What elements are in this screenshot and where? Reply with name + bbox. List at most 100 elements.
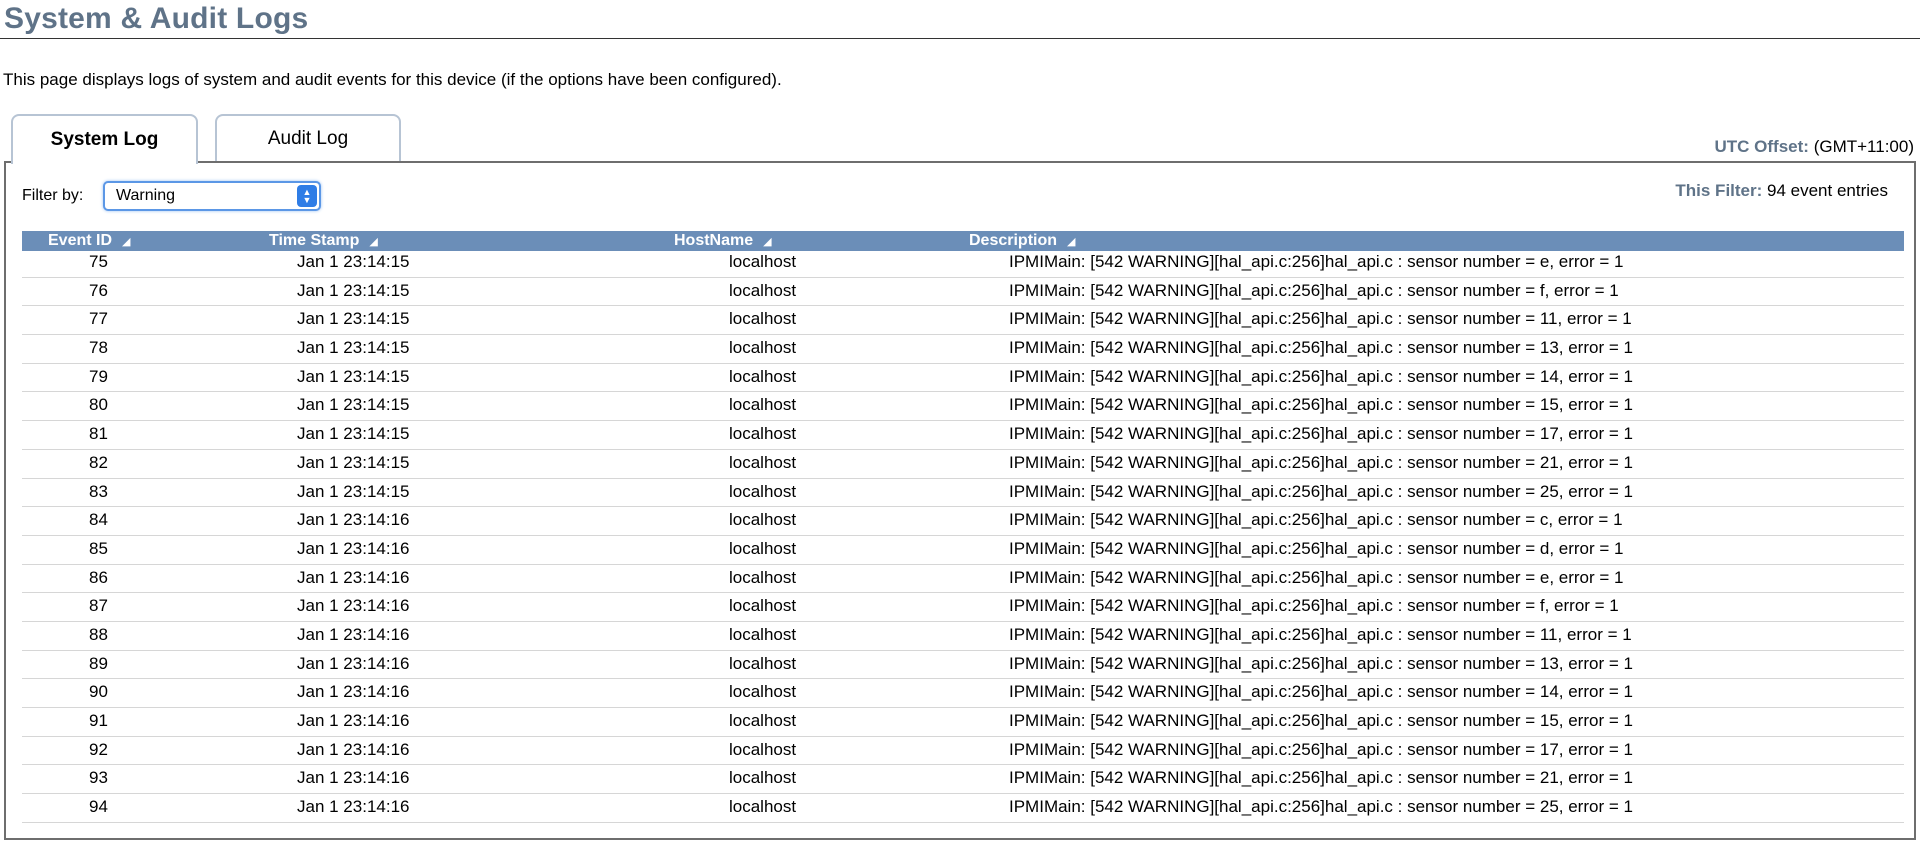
column-header-hostname-label: HostName <box>674 232 754 249</box>
sort-indicator-icon[interactable]: ◢ <box>1067 235 1075 248</box>
column-header-event-id-label: Event ID <box>48 232 113 249</box>
select-updown-icon[interactable]: ▲ ▼ <box>297 185 317 207</box>
cell-description: IPMIMain: [542 WARNING][hal_api.c:256]ha… <box>1009 424 1633 444</box>
cell-event-id: 88 <box>89 624 108 644</box>
cell-hostname: localhost <box>729 739 797 759</box>
cell-event-id: 87 <box>89 596 108 616</box>
cell-timestamp: Jan 1 23:14:16 <box>297 567 410 587</box>
filter-select[interactable]: Warning ▲ ▼ <box>103 181 321 211</box>
table-row[interactable]: 81 Jan 1 23:14:15 localhost IPMIMain: [542 … <box>22 421 1904 450</box>
cell-description: IPMIMain: [542 WARNING][hal_api.c:256]ha… <box>1009 338 1633 358</box>
page-description: This page displays logs of system and au… <box>3 70 782 89</box>
sort-indicator-icon[interactable]: ◢ <box>763 235 771 248</box>
utc-offset-label: UTC Offset: <box>1714 137 1809 156</box>
cell-timestamp: Jan 1 23:14:16 <box>297 510 410 530</box>
cell-event-id: 79 <box>89 366 108 386</box>
column-header-event-id[interactable]: Event ID ◢ <box>48 232 130 250</box>
cell-description: IPMIMain: [542 WARNING][hal_api.c:256]ha… <box>1009 252 1624 271</box>
table-row[interactable]: 82 Jan 1 23:14:15 localhost IPMIMain: [542 … <box>22 450 1904 479</box>
cell-timestamp: Jan 1 23:14:15 <box>297 366 410 386</box>
cell-hostname: localhost <box>729 538 797 558</box>
tab-audit-log[interactable]: Audit Log <box>215 114 401 162</box>
cell-timestamp: Jan 1 23:14:16 <box>297 739 410 759</box>
utc-offset: UTC Offset: (GMT+11:00) <box>1715 137 1914 157</box>
column-header-timestamp[interactable]: Time Stamp ◢ <box>269 232 378 250</box>
cell-hostname: localhost <box>729 653 797 673</box>
cell-description: IPMIMain: [542 WARNING][hal_api.c:256]ha… <box>1009 452 1633 472</box>
cell-event-id: 94 <box>89 797 108 817</box>
filter-count-value: 94 event entries <box>1762 181 1888 200</box>
table-row[interactable]: 83 Jan 1 23:14:15 localhost IPMIMain: [542 … <box>22 479 1904 508</box>
cell-timestamp: Jan 1 23:14:16 <box>297 624 410 644</box>
table-row[interactable]: 90 Jan 1 23:14:16 localhost IPMIMain: [542 … <box>22 679 1904 708</box>
page-title: System & Audit Logs <box>4 2 309 35</box>
cell-event-id: 82 <box>89 452 108 472</box>
table-row[interactable]: 94 Jan 1 23:14:16 localhost IPMIMain: [542 … <box>22 794 1904 823</box>
cell-hostname: localhost <box>729 366 797 386</box>
table-row[interactable]: 91 Jan 1 23:14:16 localhost IPMIMain: [542 … <box>22 708 1904 737</box>
cell-event-id: 77 <box>89 309 108 329</box>
cell-event-id: 89 <box>89 653 108 673</box>
cell-hostname: localhost <box>729 452 797 472</box>
cell-hostname: localhost <box>729 481 797 501</box>
cell-timestamp: Jan 1 23:14:15 <box>297 338 410 358</box>
table-row[interactable]: 88 Jan 1 23:14:16 localhost IPMIMain: [542 … <box>22 622 1904 651</box>
cell-event-id: 83 <box>89 481 108 501</box>
table-row[interactable]: 78 Jan 1 23:14:15 localhost IPMIMain: [542 … <box>22 335 1904 364</box>
cell-event-id: 75 <box>89 252 108 271</box>
filter-label: Filter by: <box>22 187 84 204</box>
cell-description: IPMIMain: [542 WARNING][hal_api.c:256]ha… <box>1009 768 1633 788</box>
cell-hostname: localhost <box>729 338 797 358</box>
cell-description: IPMIMain: [542 WARNING][hal_api.c:256]ha… <box>1009 596 1619 616</box>
log-table-body: 75 Jan 1 23:14:15 localhost IPMIMain: [542 … <box>22 249 1904 823</box>
sort-indicator-icon[interactable]: ◢ <box>369 235 377 248</box>
cell-event-id: 78 <box>89 338 108 358</box>
cell-timestamp: Jan 1 23:14:15 <box>297 452 410 472</box>
table-row[interactable]: 84 Jan 1 23:14:16 localhost IPMIMain: [542 … <box>22 507 1904 536</box>
cell-event-id: 93 <box>89 768 108 788</box>
table-row[interactable]: 85 Jan 1 23:14:16 localhost IPMIMain: [542 … <box>22 536 1904 565</box>
cell-timestamp: Jan 1 23:14:15 <box>297 424 410 444</box>
cell-timestamp: Jan 1 23:14:15 <box>297 280 410 300</box>
cell-timestamp: Jan 1 23:14:16 <box>297 653 410 673</box>
table-row[interactable]: 86 Jan 1 23:14:16 localhost IPMIMain: [542 … <box>22 565 1904 594</box>
filter-selected-value: Warning <box>116 187 175 204</box>
cell-timestamp: Jan 1 23:14:16 <box>297 596 410 616</box>
table-row[interactable]: 93 Jan 1 23:14:16 localhost IPMIMain: [542 … <box>22 765 1904 795</box>
cell-event-id: 91 <box>89 711 108 730</box>
cell-hostname: localhost <box>729 252 797 271</box>
cell-description: IPMIMain: [542 WARNING][hal_api.c:256]ha… <box>1009 711 1633 730</box>
cell-hostname: localhost <box>729 768 797 788</box>
cell-hostname: localhost <box>729 395 797 415</box>
table-row[interactable]: 80 Jan 1 23:14:15 localhost IPMIMain: [542 … <box>22 392 1904 422</box>
table-row[interactable]: 79 Jan 1 23:14:15 localhost IPMIMain: [542 … <box>22 364 1904 393</box>
cell-description: IPMIMain: [542 WARNING][hal_api.c:256]ha… <box>1009 682 1633 702</box>
cell-description: IPMIMain: [542 WARNING][hal_api.c:256]ha… <box>1009 739 1633 759</box>
cell-hostname: localhost <box>729 309 797 329</box>
cell-description: IPMIMain: [542 WARNING][hal_api.c:256]ha… <box>1009 538 1624 558</box>
cell-description: IPMIMain: [542 WARNING][hal_api.c:256]ha… <box>1009 797 1633 817</box>
table-row[interactable]: 89 Jan 1 23:14:16 localhost IPMIMain: [542 … <box>22 651 1904 680</box>
column-header-description[interactable]: Description ◢ <box>969 232 1075 250</box>
table-row[interactable]: 75 Jan 1 23:14:15 localhost IPMIMain: [542 … <box>22 249 1904 278</box>
column-header-timestamp-label: Time Stamp <box>269 232 360 249</box>
tab-system-log[interactable]: System Log <box>11 114 198 164</box>
cell-event-id: 81 <box>89 424 108 444</box>
cell-timestamp: Jan 1 23:14:15 <box>297 395 410 415</box>
cell-hostname: localhost <box>729 424 797 444</box>
table-row[interactable]: 76 Jan 1 23:14:15 localhost IPMIMain: [542 … <box>22 278 1904 307</box>
filter-count-label: This Filter: <box>1675 181 1763 200</box>
filter-count: This Filter: 94 event entries <box>1675 181 1888 201</box>
column-header-description-label: Description <box>969 232 1058 249</box>
sort-indicator-icon[interactable]: ◢ <box>122 235 130 248</box>
table-row[interactable]: 77 Jan 1 23:14:15 localhost IPMIMain: [542 … <box>22 306 1904 336</box>
cell-description: IPMIMain: [542 WARNING][hal_api.c:256]ha… <box>1009 395 1633 415</box>
cell-event-id: 80 <box>89 395 108 415</box>
cell-hostname: localhost <box>729 567 797 587</box>
cell-hostname: localhost <box>729 682 797 702</box>
cell-timestamp: Jan 1 23:14:16 <box>297 797 410 817</box>
column-header-hostname[interactable]: HostName ◢ <box>674 232 772 250</box>
table-row[interactable]: 87 Jan 1 23:14:16 localhost IPMIMain: [542 … <box>22 593 1904 622</box>
table-row[interactable]: 92 Jan 1 23:14:16 localhost IPMIMain: [542 … <box>22 737 1904 766</box>
cell-timestamp: Jan 1 23:14:15 <box>297 309 410 329</box>
